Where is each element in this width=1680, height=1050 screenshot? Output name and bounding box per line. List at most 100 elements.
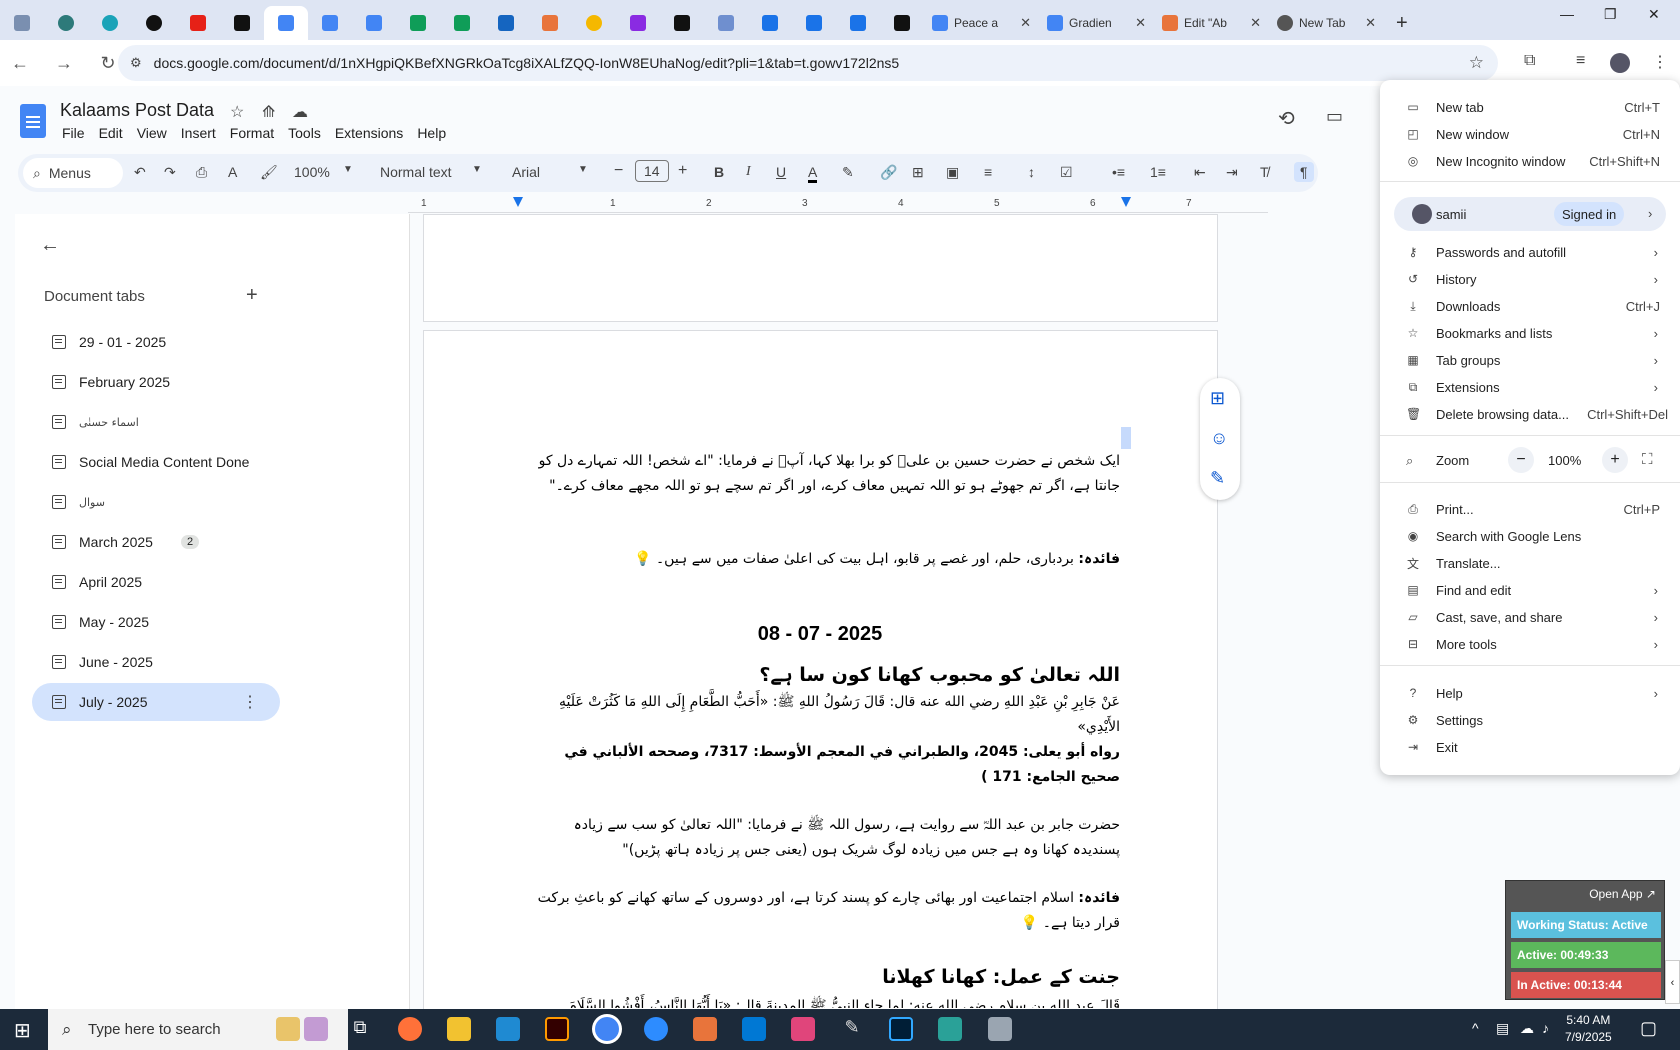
network-icon[interactable]: ▤ [1496,1020,1509,1037]
notifications-icon[interactable]: ▢ [1640,1018,1657,1039]
menu-item-help[interactable]: ? Help › [1380,680,1680,706]
underline-button[interactable]: U [776,164,786,180]
avatar[interactable] [1610,53,1630,73]
comments-icon[interactable]: ▭ [1326,106,1343,127]
media-icon[interactable]: ≡ [1576,52,1585,70]
chevron-down-icon[interactable]: ▼ [578,164,588,175]
doc-tab-item[interactable]: May - 2025 [32,603,280,641]
browser-tab-pinned-16[interactable] [660,6,704,40]
fullscreen-icon[interactable]: ⛶ [1642,451,1653,468]
browser-tab-pinned-8[interactable] [308,6,352,40]
chrome-menu-icon[interactable]: ⋮ [1652,52,1668,72]
browser-tab-3[interactable]: Edit "Ab ✕ [1154,6,1269,40]
checklist-icon[interactable]: ☑ [1060,164,1073,181]
link-icon[interactable]: 🔗 [880,164,897,181]
zoom-in-button[interactable]: + [1602,447,1628,473]
browser-tab-pinned-1[interactable] [0,6,44,40]
browser-tab-pinned-19[interactable] [792,6,836,40]
volume-icon[interactable]: ♪ [1542,1020,1549,1036]
italic-button[interactable]: I [746,164,751,180]
minimize-icon[interactable]: — [1560,6,1574,22]
doc-tab-item[interactable]: 29 - 01 - 2025 [32,323,280,361]
browser-tab-pinned-5[interactable] [176,6,220,40]
increase-indent-icon[interactable]: ⇥ [1226,164,1238,181]
text-color-button[interactable]: A [808,164,818,183]
image-icon[interactable]: ▣ [946,164,959,181]
menu-item-passwords[interactable]: ⚷ Passwords and autofill › [1380,239,1680,265]
menu-item-exit[interactable]: ⇥ Exit [1380,734,1680,760]
site-info-icon[interactable]: ⚙ [130,55,142,71]
app-icon[interactable] [693,1017,717,1041]
zoom-select[interactable]: 100% [294,164,330,180]
font-size-input[interactable]: 14 [635,160,669,182]
close-icon[interactable]: ✕ [1020,15,1031,31]
windows-start-icon[interactable]: ⊞ [14,1018,31,1043]
move-icon[interactable]: ⟰ [262,102,275,122]
menu-item-extensions[interactable]: ⧉ Extensions › [1380,374,1680,400]
add-tab-icon[interactable]: + [246,284,258,307]
doc-tab-item[interactable]: March 2025 2 [32,523,280,561]
bold-button[interactable]: B [714,164,724,180]
menu-item-tab-groups[interactable]: ▦ Tab groups › [1380,347,1680,373]
menu-item-print[interactable]: ⎙ Print... Ctrl+P [1380,496,1680,522]
rtl-icon[interactable]: ¶ [1294,162,1314,182]
menu-tools[interactable]: Tools [288,125,321,141]
address-bar[interactable]: ⚙ docs.google.com/document/d/1nXHgpiQKBe… [118,45,1498,81]
menu-view[interactable]: View [137,125,167,141]
profile-row[interactable] [1394,197,1666,231]
undo-icon[interactable]: ↶ [134,164,146,181]
add-comment-icon[interactable]: ⊞ [1210,388,1225,409]
forward-icon[interactable]: → [50,53,78,74]
doc-tab-item[interactable]: February 2025 [32,363,280,401]
comment-add-icon[interactable]: ⊞ [912,164,924,181]
font-select[interactable]: Arial [512,164,540,180]
creative-cloud-icon[interactable] [791,1017,815,1041]
paint-format-icon[interactable]: 🖌 [260,164,278,181]
outlook-icon[interactable] [742,1017,766,1041]
decrease-font-icon[interactable]: − [614,162,623,180]
doc-tab-item-selected[interactable]: July - 2025 ⋮ [32,683,280,721]
bulleted-list-icon[interactable]: •≡ [1112,164,1125,180]
close-icon[interactable]: ✕ [1135,15,1146,31]
emoji-icon[interactable]: ☺ [1210,428,1228,449]
menu-extensions[interactable]: Extensions [335,125,403,141]
firefox-icon[interactable] [398,1017,422,1041]
version-history-icon[interactable]: ⟲ [1278,106,1295,131]
menu-item-incognito[interactable]: ◎ New Incognito window Ctrl+Shift+N [1380,148,1680,174]
print-icon[interactable]: ⎙ [196,164,207,181]
menu-item-new-tab[interactable]: ▭ New tab Ctrl+T [1380,94,1680,120]
taskbar-search[interactable]: ⌕ Type here to search [48,1009,348,1050]
redo-icon[interactable]: ↷ [164,164,176,181]
browser-tab-pinned-17[interactable] [704,6,748,40]
bookmark-star-icon[interactable]: ☆ [1469,53,1484,73]
back-icon[interactable]: ← [6,53,34,74]
tray-up-icon[interactable]: ^ [1472,1020,1479,1036]
app-icon[interactable] [988,1017,1012,1041]
doc-tab-item[interactable]: اسماء حسنٰی [32,403,280,441]
menu-item-cast[interactable]: ▱ Cast, save, and share › [1380,604,1680,630]
browser-tab-pinned-14[interactable] [572,6,616,40]
illustrator-icon[interactable] [545,1017,569,1041]
chevron-down-icon[interactable]: ▼ [472,164,482,175]
browser-tab-pinned-13[interactable] [528,6,572,40]
more-options-icon[interactable]: ⋮ [242,692,258,712]
browser-tab-pinned-2[interactable] [44,6,88,40]
menu-item-settings[interactable]: ⚙ Settings [1380,707,1680,733]
menu-item-more-tools[interactable]: ⊟ More tools › [1380,631,1680,657]
open-app-link[interactable]: Open App ↗ [1589,887,1656,901]
browser-tab-4[interactable]: New Tab ✕ [1269,6,1384,40]
decrease-indent-icon[interactable]: ⇤ [1194,164,1206,181]
doc-tab-item[interactable]: June - 2025 [32,643,280,681]
cloud-icon[interactable]: ☁ [1520,1020,1534,1037]
browser-tab-pinned-6[interactable] [220,6,264,40]
task-view-icon[interactable]: ⧉ [348,1017,372,1041]
menu-insert[interactable]: Insert [181,125,216,141]
style-select[interactable]: Normal text [380,164,452,180]
browser-tab-2[interactable]: Gradien ✕ [1039,6,1154,40]
menu-edit[interactable]: Edit [99,125,123,141]
menu-file[interactable]: File [62,125,85,141]
cloud-icon[interactable]: ☁ [292,102,308,122]
photoshop-icon[interactable] [889,1017,913,1041]
extensions-icon[interactable]: ⧉ [1524,52,1535,70]
menu-item-bookmarks[interactable]: ☆ Bookmarks and lists › [1380,320,1680,346]
